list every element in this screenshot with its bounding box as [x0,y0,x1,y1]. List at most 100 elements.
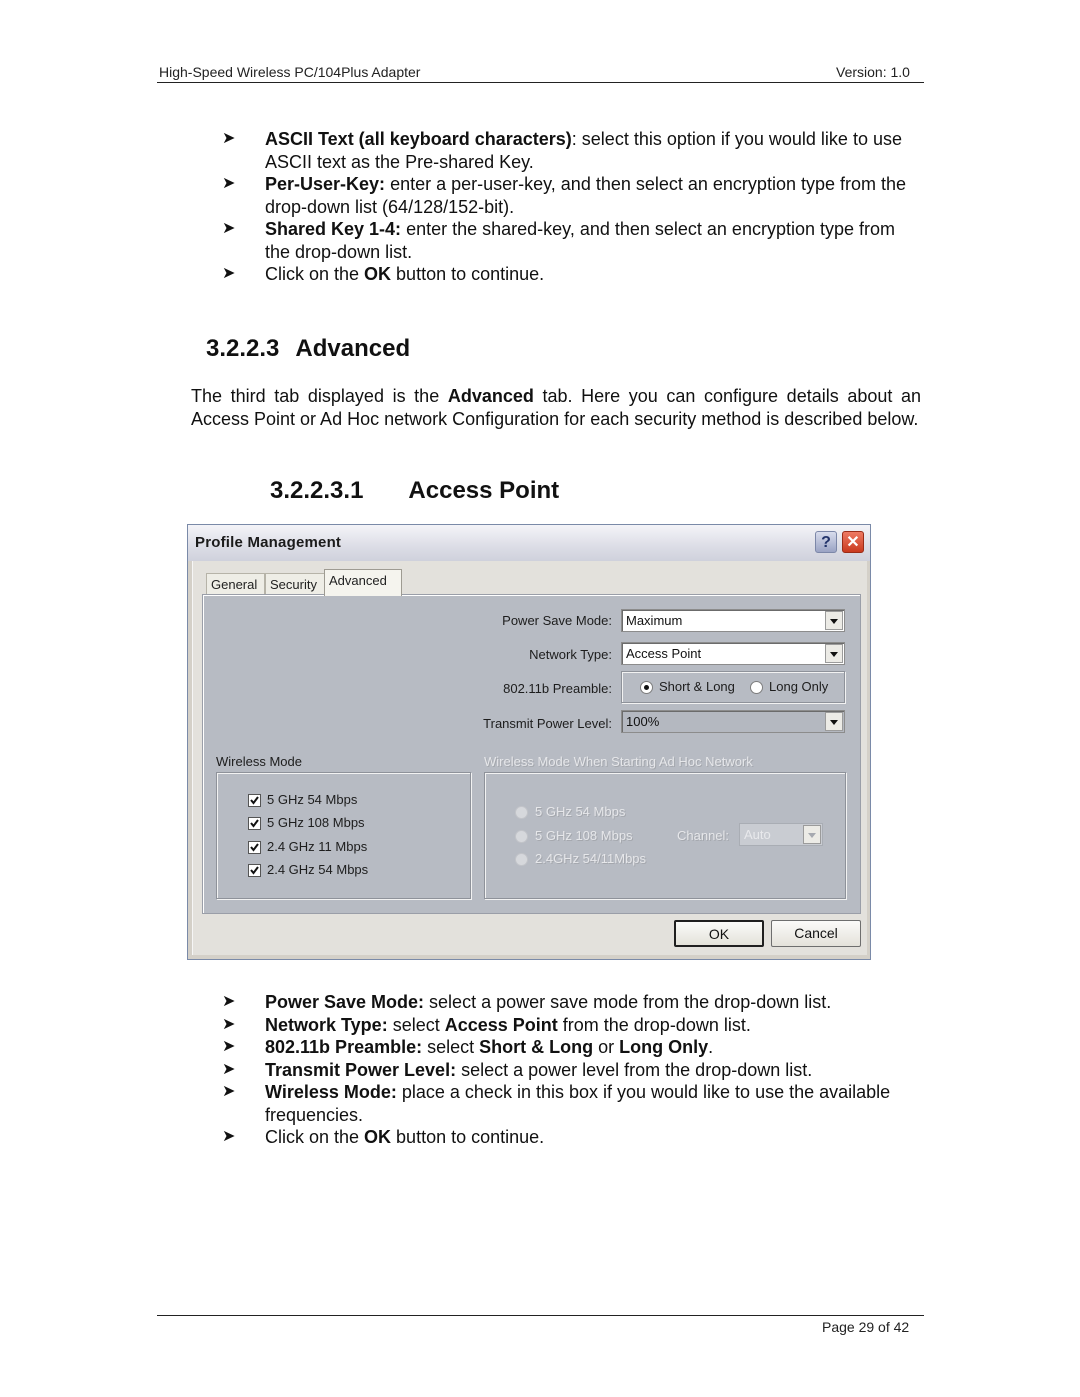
paragraph-bold: Advanced [447,386,534,406]
help-button[interactable]: ? [815,531,837,553]
bullet-text: Click on the [265,264,365,284]
bullet-term: Short & Long [479,1037,594,1057]
adhoc-option-label: 5 GHz 54 Mbps [535,804,626,819]
wireless-mode-option-label: 5 GHz 108 Mbps [267,815,365,830]
network-type-select[interactable]: Access Point [621,642,845,665]
chevron-down-icon[interactable] [825,644,843,663]
channel-value: Auto [744,827,771,842]
bullet-text: select a power save mode from the drop-d… [424,992,832,1012]
section-number: 3.2.2.3 [206,335,280,362]
document-version: Version: 1.0 [836,64,910,80]
footer-divider [157,1315,924,1316]
bullet-arrow-icon: ➤ [222,220,236,237]
help-icon: ? [821,534,831,551]
dialog-title: Profile Management [195,534,342,551]
wireless-mode-label: Wireless Mode [216,754,302,769]
wireless-mode-24ghz-11-checkbox[interactable] [248,841,261,854]
subsection-number: 3.2.2.3.1 [270,477,364,504]
bullet-term: OK [364,1127,392,1147]
wireless-mode-24ghz-54-checkbox[interactable] [248,864,261,877]
adhoc-5ghz-54-radio[interactable] [515,806,528,819]
adhoc-wireless-mode-group: 5 GHz 54 Mbps 5 GHz 108 Mbps 2.4GHz 54/1… [484,772,846,899]
bullet-term: Access Point [444,1014,558,1035]
transmit-power-value: 100% [626,714,660,729]
bullet-text: select [422,1037,480,1057]
tab-general[interactable]: General [206,573,265,595]
preamble-option-label: Short & Long [659,679,735,694]
bullet-arrow-icon: ➤ [222,1128,236,1145]
wireless-mode-option-label: 2.4 GHz 11 Mbps [267,839,368,854]
chevron-down-icon[interactable] [825,712,843,731]
bullet-term: 802.11b Preamble: [265,1037,423,1057]
preamble-label: 802.11b Preamble: [503,681,612,696]
bullet-term: Shared Key 1-4: [265,219,402,239]
bullet-term: Long Only [619,1037,709,1057]
bullet-term: ASCII Text (all keyboard characters) [265,129,572,149]
tab-advanced[interactable]: Advanced [324,569,402,596]
document-title: High-Speed Wireless PC/104Plus Adapter [159,64,421,80]
bullet-arrow-icon: ➤ [222,1015,236,1033]
power-save-mode-label: Power Save Mode: [502,613,612,628]
wireless-mode-5ghz-54-checkbox[interactable] [248,794,261,807]
bullet-term: Power Save Mode: [265,992,425,1012]
advanced-tab-panel: Power Save Mode: Maximum Network Type: A… [202,594,861,914]
subsection-title: Access Point [408,477,560,504]
bullet-arrow-icon: ➤ [222,265,236,282]
page-number: Page 29 of 42 [822,1319,910,1335]
tab-security[interactable]: Security [265,573,325,595]
bullet-arrow-icon: ➤ [222,175,236,192]
section-heading: 3.2.2.3 Advanced [206,335,410,363]
wireless-mode-5ghz-108-checkbox[interactable] [248,817,261,830]
network-type-value: Access Point [626,646,702,661]
section-title: Advanced [295,335,411,362]
subsection-heading: 3.2.2.3.1 Access Point [270,477,559,505]
bullet-text: select [387,1014,445,1035]
tab-label: Security [270,577,317,592]
adhoc-option-label: 2.4GHz 54/11Mbps [535,851,647,866]
ok-button[interactable]: OK [674,920,764,947]
bullet-term: Wireless Mode: [265,1082,397,1102]
bullet-text: Click on the [265,1127,365,1147]
wireless-mode-option-label: 2.4 GHz 54 Mbps [267,862,369,877]
preamble-radio-group: Short & Long Long Only [621,671,845,703]
channel-label: Channel: [677,828,730,843]
paragraph-text: The third tab displayed is the [191,386,448,406]
close-icon: ✕ [846,534,860,551]
chevron-down-icon[interactable] [803,825,821,844]
tab-label: Advanced [329,573,387,588]
cancel-button[interactable]: Cancel [771,920,861,947]
transmit-power-label: Transmit Power Level: [483,716,612,731]
bullet-text: or [593,1037,620,1057]
power-save-mode-select[interactable]: Maximum [621,609,845,632]
bullet-term: Per-User-Key: [265,174,386,194]
adhoc-5ghz-108-radio[interactable] [515,830,528,843]
bullet-term: Transmit Power Level: [265,1059,457,1080]
header-divider [157,82,924,83]
bullet-term: Network Type: [265,1014,388,1035]
transmit-power-select[interactable]: 100% [621,710,845,733]
bullet-arrow-icon: ➤ [222,1083,236,1100]
bullet-text: select a power level from the drop-down … [456,1059,813,1080]
adhoc-wireless-mode-label: Wireless Mode When Starting Ad Hoc Netwo… [484,754,753,769]
adhoc-24ghz-54-11-radio[interactable] [515,853,528,866]
bullet-arrow-icon: ➤ [222,993,236,1010]
bullet-text: button to continue. [391,1127,545,1147]
channel-select[interactable]: Auto [739,823,823,846]
profile-management-dialog: Profile Management ? ✕ General Security … [187,524,871,960]
preamble-short-long-radio[interactable] [640,681,653,694]
tab-label: General [211,577,258,592]
bullet-text: from the drop-down list. [557,1014,751,1035]
chevron-down-icon[interactable] [825,611,843,630]
bullet-arrow-icon: ➤ [222,130,236,147]
dialog-title-bar[interactable]: Profile Management ? ✕ [188,525,870,561]
close-button[interactable]: ✕ [842,531,864,553]
bullet-text: button to continue. [391,264,545,284]
dialog-body: General Security Advanced Power Save Mod… [192,561,867,955]
section-paragraph: The third tab displayed is the Advanced … [191,385,921,430]
wireless-mode-group: 5 GHz 54 Mbps 5 GHz 108 Mbps 2.4 GHz 11 … [216,772,471,899]
bullet-term: OK [364,264,392,284]
network-type-label: Network Type: [529,647,612,662]
adhoc-option-label: 5 GHz 108 Mbps [535,828,633,843]
bullet-arrow-icon: ➤ [222,1038,236,1055]
preamble-long-only-radio[interactable] [750,681,763,694]
